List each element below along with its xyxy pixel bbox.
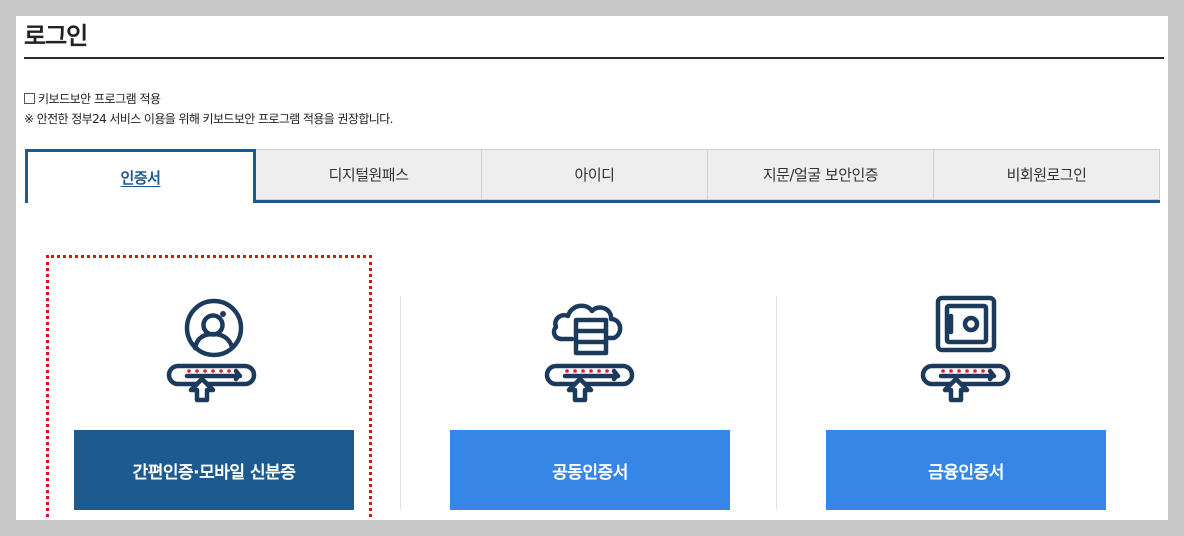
tab-biometric-label: 지문/얼굴 보안인증: [762, 166, 879, 184]
card-divider-1: [400, 296, 401, 510]
simple-auth-mobile-id-label: 간편인증·모바일 신분증: [132, 462, 296, 483]
financial-certificate-label: 금융인증서: [928, 462, 1004, 483]
card-divider-2: [776, 296, 777, 510]
keyboard-security-notice: ※ 안전한 정부24 서비스 이용을 위해 키보드보안 프로그램 적용을 권장합…: [24, 112, 393, 126]
financial-certificate-button[interactable]: 금융인증서: [826, 430, 1106, 510]
user-certificate-icon: [166, 298, 257, 403]
tab-guest-login-label: 비회원로그인: [1006, 166, 1087, 184]
tab-biometric[interactable]: 지문/얼굴 보안인증: [708, 149, 934, 200]
tab-id[interactable]: 아이디: [482, 149, 708, 200]
tab-certificate-label: 인증서: [120, 169, 161, 187]
cloud-server-certificate-icon: [544, 303, 635, 403]
keyboard-security-checkbox[interactable]: [24, 93, 35, 104]
page-title: 로그인: [24, 22, 88, 50]
simple-auth-mobile-id-button[interactable]: 간편인증·모바일 신분증: [74, 430, 354, 510]
login-method-tabs: 인증서 디지털원패스 아이디 지문/얼굴 보안인증 비회원로그인: [25, 149, 1160, 203]
tab-certificate[interactable]: 인증서: [25, 149, 256, 203]
tab-digital-onepass[interactable]: 디지털원패스: [256, 149, 482, 200]
tab-guest-login[interactable]: 비회원로그인: [934, 149, 1160, 200]
keyboard-security-label: 키보드보안 프로그램 적용: [38, 92, 161, 106]
joint-certificate-button[interactable]: 공동인증서: [450, 430, 730, 510]
option-simple-auth: 간편인증·모바일 신분증: [50, 252, 378, 518]
safe-certificate-icon: [920, 295, 1011, 403]
tab-digital-onepass-label: 디지털원패스: [328, 166, 409, 184]
keyboard-security-option[interactable]: 키보드보안 프로그램 적용: [24, 90, 161, 107]
joint-certificate-label: 공동인증서: [552, 462, 628, 483]
option-joint-certificate: 공동인증서: [426, 252, 754, 518]
login-page: 로그인 키보드보안 프로그램 적용 ※ 안전한 정부24 서비스 이용을 위해 …: [16, 16, 1168, 520]
option-financial-certificate: 금융인증서: [802, 252, 1130, 518]
title-divider: [24, 57, 1164, 59]
tab-id-label: 아이디: [574, 166, 615, 184]
